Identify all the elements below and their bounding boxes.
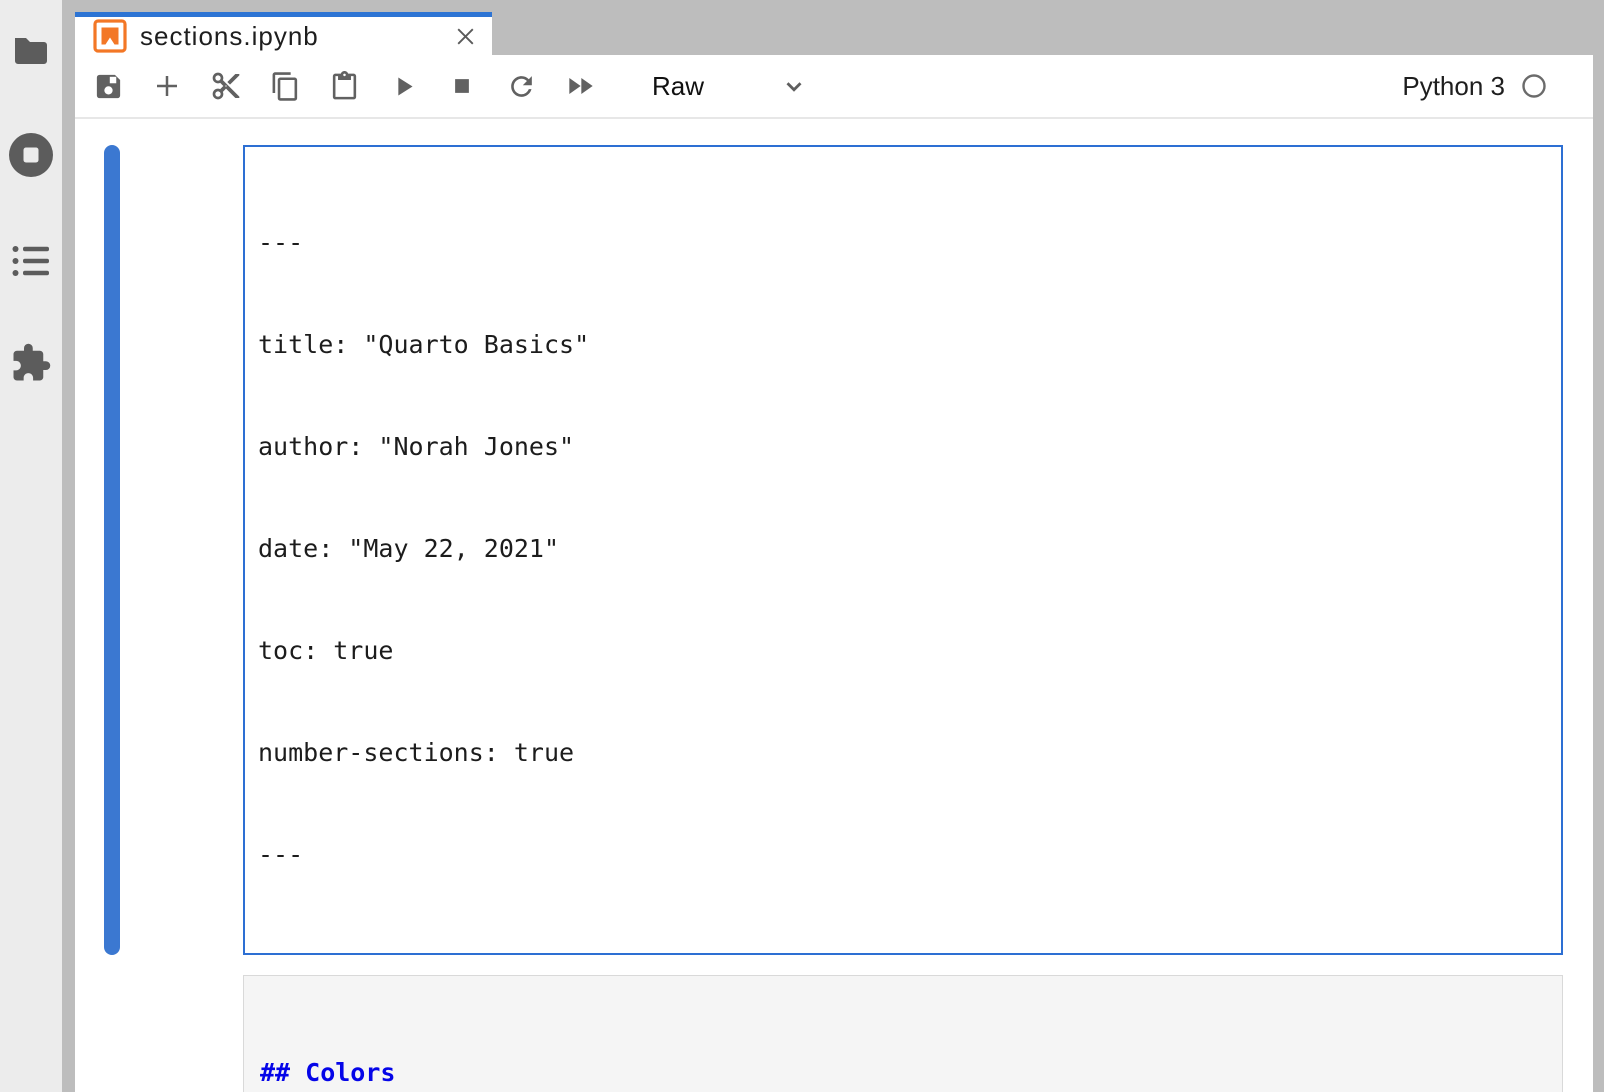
code-line: number-sections: true [258, 736, 1548, 770]
kernel-name[interactable]: Python 3 [1402, 71, 1505, 102]
cell-collapser[interactable] [104, 145, 120, 955]
interrupt-kernel-button[interactable] [445, 69, 479, 103]
code-line: --- [258, 226, 1548, 260]
sidebar-item-running-sessions[interactable] [7, 135, 55, 179]
cell-type-select[interactable]: Raw [652, 66, 807, 106]
notebook-toolbar: Raw Python 3 [75, 55, 1593, 119]
paste-cells-button[interactable] [327, 69, 361, 103]
save-icon [93, 71, 124, 102]
folder-icon [12, 34, 50, 71]
kernel-area: Python 3 [1402, 71, 1593, 102]
code-line: --- [258, 838, 1548, 872]
chevron-down-icon [781, 73, 807, 99]
notebook-panel: --- title: "Quarto Basics" author: "Nora… [75, 119, 1593, 1092]
copy-icon [270, 71, 301, 102]
cell-raw-frontmatter: --- title: "Quarto Basics" author: "Nora… [243, 145, 1563, 955]
main-dock-panel: sections.ipynb [75, 0, 1593, 1092]
sidebar-item-extensions[interactable] [7, 343, 55, 387]
notebook-icon [93, 19, 127, 53]
stop-circle-icon [7, 131, 55, 184]
code-line: date: "May 22, 2021" [258, 532, 1548, 566]
cell-markdown-colors: ## Colors - Red - Green - Blue [243, 975, 1563, 1092]
left-activity-bar [0, 0, 62, 1092]
cell-editor[interactable]: ## Colors - Red - Green - Blue [243, 975, 1563, 1092]
run-cell-button[interactable] [386, 69, 420, 103]
restart-icon [506, 71, 537, 102]
sidebar-splitter[interactable] [62, 0, 75, 1092]
cut-cells-button[interactable] [209, 69, 243, 103]
save-button[interactable] [91, 69, 125, 103]
run-all-button[interactable] [563, 69, 597, 103]
tab-sections-ipynb[interactable]: sections.ipynb [75, 12, 492, 55]
restart-kernel-button[interactable] [504, 69, 538, 103]
tab-bar: sections.ipynb [75, 0, 1593, 55]
cell-type-value: Raw [652, 71, 704, 102]
stop-icon [447, 71, 477, 101]
run-icon [388, 71, 419, 102]
plus-icon [152, 71, 182, 101]
insert-cell-button[interactable] [150, 69, 184, 103]
code-line: ## Colors [260, 1056, 1546, 1090]
cut-icon [210, 70, 242, 102]
code-line: title: "Quarto Basics" [258, 328, 1548, 362]
code-line: author: "Norah Jones" [258, 430, 1548, 464]
close-icon[interactable] [452, 23, 478, 49]
copy-cells-button[interactable] [268, 69, 302, 103]
code-line: toc: true [258, 634, 1548, 668]
right-edge-strip [1593, 0, 1604, 1092]
sidebar-item-file-browser[interactable] [7, 30, 55, 74]
kernel-status-icon[interactable] [1521, 73, 1547, 99]
cell-list: --- title: "Quarto Basics" author: "Nora… [75, 119, 1593, 1092]
list-icon [12, 244, 50, 283]
paste-icon [329, 71, 360, 102]
cell-editor-active[interactable]: --- title: "Quarto Basics" author: "Nora… [243, 145, 1563, 955]
tab-title: sections.ipynb [140, 21, 452, 52]
puzzle-icon [10, 342, 52, 389]
fast-forward-icon [564, 70, 596, 102]
sidebar-item-table-of-contents[interactable] [7, 241, 55, 285]
